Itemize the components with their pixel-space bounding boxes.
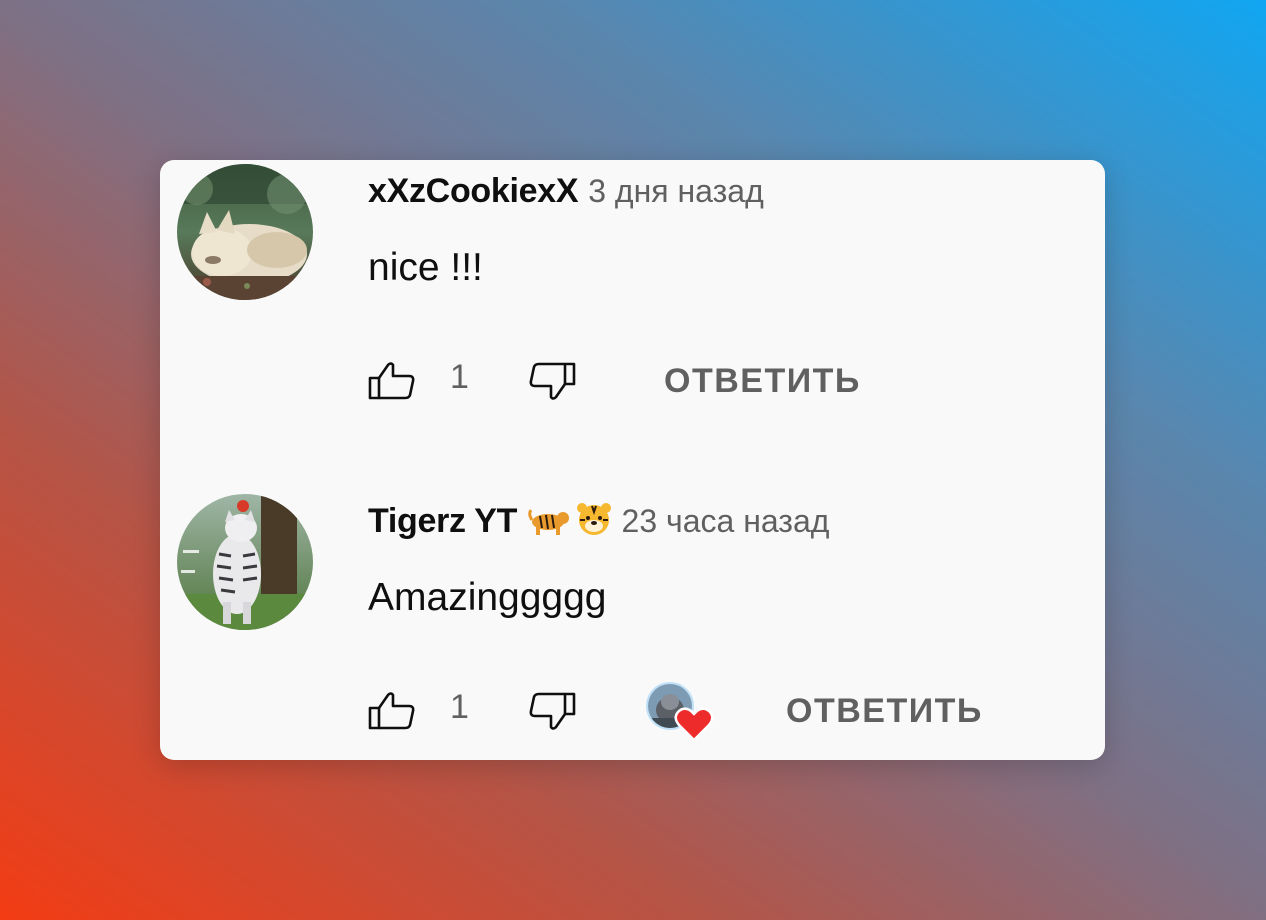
- thumbs-down-icon: [529, 692, 576, 730]
- tiger-avatar[interactable]: [177, 494, 313, 630]
- like-count: 1: [450, 688, 469, 726]
- author-name[interactable]: Tigerz YT: [368, 502, 517, 540]
- comment-text: Amazinggggg: [368, 576, 607, 619]
- like-button[interactable]: [368, 356, 416, 406]
- tiger-avatar-image: [177, 494, 313, 630]
- tiger-emoji: [527, 504, 570, 541]
- comment-header: xXzCookiexX 3 дня назад: [368, 172, 764, 211]
- author-name[interactable]: xXzCookiexX: [368, 172, 579, 210]
- comment: xXzCookiexX 3 дня назад nice !!! 1 ОТВЕТИ…: [160, 160, 1105, 460]
- thumbs-down-icon: [529, 362, 576, 400]
- comments-card: xXzCookiexX 3 дня назад nice !!! 1 ОТВЕТИ…: [160, 160, 1105, 760]
- comment-header: Tigerz YT 23 часа назад: [368, 502, 829, 541]
- reply-button[interactable]: ОТВЕТИТЬ: [786, 686, 983, 736]
- reply-button[interactable]: ОТВЕТИТЬ: [664, 356, 861, 406]
- comment-time[interactable]: 23 часа назад: [622, 503, 830, 539]
- comment-text: nice !!!: [368, 246, 483, 289]
- dislike-button[interactable]: [528, 356, 576, 406]
- thumbs-up-icon: [368, 692, 415, 730]
- comment-actions: 1 ОТВЕТИТЬ: [368, 682, 1098, 742]
- thumbs-up-icon: [368, 362, 415, 400]
- wolf-avatar[interactable]: [177, 164, 313, 300]
- creator-heart-badge: [646, 682, 726, 752]
- like-count: 1: [450, 358, 469, 396]
- tiger-face-emoji: [576, 502, 612, 541]
- comment-actions: 1 ОТВЕТИТЬ: [368, 356, 1098, 406]
- wolf-avatar-image: [177, 164, 313, 300]
- heart-icon: [674, 707, 714, 742]
- comment: Tigerz YT 23 часа назад Amazinggggg 1 ОТ…: [160, 490, 1105, 790]
- dislike-button[interactable]: [528, 686, 576, 736]
- like-button[interactable]: [368, 686, 416, 736]
- comment-time[interactable]: 3 дня назад: [588, 173, 764, 209]
